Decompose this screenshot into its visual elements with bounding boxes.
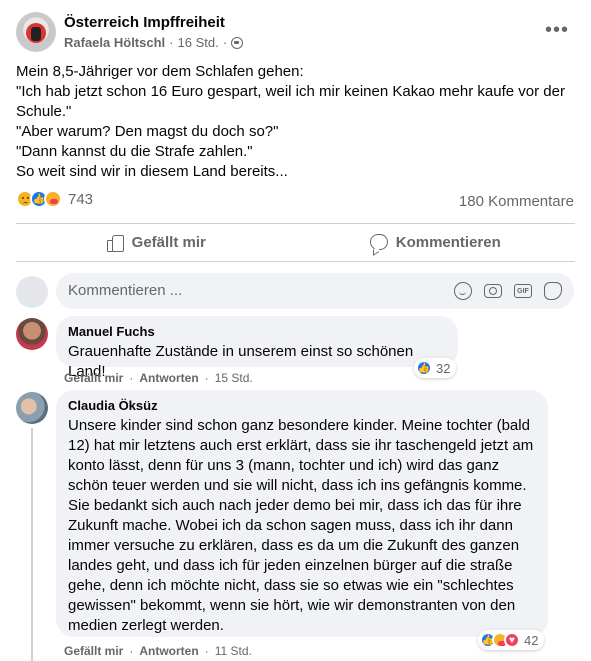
comment-actions: Gefällt mir · Antworten · 15 Std. (64, 371, 253, 385)
gif-icon[interactable]: GIF (514, 284, 532, 298)
love-reaction-icon: ♥ (504, 632, 520, 648)
current-user-avatar[interactable] (16, 276, 48, 308)
post-line: Mein 8,5-Jähriger vor dem Schlafen gehen… (16, 63, 304, 80)
comment-icon (369, 234, 388, 250)
post-meta: Rafaela Höltschl · 16 Std. · (64, 35, 244, 50)
comment-like-link[interactable]: Gefällt mir (64, 371, 123, 385)
thumbs-up-icon (106, 233, 124, 252)
comment-time-link[interactable]: 15 Std. (215, 371, 253, 385)
sticker-icon[interactable] (544, 282, 562, 300)
reaction-count[interactable]: 743 (68, 191, 93, 208)
comment-count-link[interactable]: 180 Kommentare (459, 193, 574, 210)
care-reaction-icon (44, 190, 62, 208)
divider (16, 261, 575, 262)
post-line: "Dann kannst du die Strafe zahlen." (16, 143, 253, 160)
comment-composer[interactable]: GIF (56, 273, 574, 309)
comment-reaction-count: 42 (524, 632, 539, 648)
emoji-icon[interactable] (454, 282, 472, 300)
post-time-link[interactable]: 16 Std. (178, 35, 219, 50)
post-header: Österreich Impffreiheit Rafaela Höltschl… (16, 12, 575, 56)
post-line: "Aber warum? Den magst du doch so?" (16, 123, 279, 140)
post-line: "Ich hab jetzt schon 16 Euro gespart, we… (16, 83, 570, 120)
post-body: Mein 8,5-Jähriger vor dem Schlafen gehen… (16, 62, 576, 182)
comment-reactions[interactable]: 👍 32 (414, 358, 457, 378)
comment-author-link[interactable]: Claudia Öksüz (68, 398, 536, 414)
comment-input[interactable] (68, 282, 448, 299)
meta-separator: · (169, 35, 174, 50)
group-avatar[interactable] (16, 12, 56, 52)
action-separator: · (129, 644, 134, 658)
comment-reaction-count: 32 (436, 360, 451, 376)
post-reactions[interactable]: 👍 743 (16, 190, 93, 208)
comment-like-link[interactable]: Gefällt mir (64, 644, 123, 658)
action-separator: · (129, 371, 134, 385)
action-separator: · (204, 371, 209, 385)
camera-icon[interactable] (484, 284, 502, 298)
comment-reactions[interactable]: 👍 ♥ 42 (478, 630, 545, 650)
like-reaction-icon: 👍 (416, 360, 432, 376)
meta-separator: · (222, 35, 228, 50)
comment-button[interactable]: Kommentieren (296, 224, 576, 260)
globe-icon (231, 36, 244, 49)
comment-actions: Gefällt mir · Antworten · 11 Std. (64, 644, 252, 658)
thread-line (31, 428, 33, 661)
action-separator: · (204, 644, 209, 658)
composer-tools: GIF (454, 282, 562, 300)
comment-bubble: Manuel Fuchs Grauenhafte Zustände in uns… (56, 316, 458, 380)
post-actions: Gefällt mir Kommentieren (16, 224, 575, 260)
like-button[interactable]: Gefällt mir (16, 224, 296, 260)
comment-avatar[interactable] (16, 392, 48, 424)
post-line: So weit sind wir in diesem Land bereits.… (16, 163, 288, 180)
comment-avatar[interactable] (16, 318, 48, 350)
comment-button-label: Kommentieren (395, 233, 501, 251)
like-button-label: Gefällt mir (131, 233, 206, 251)
comment-time-link[interactable]: 11 Std. (215, 644, 252, 658)
comment-text: Unsere kinder sind schon ganz besondere … (68, 417, 534, 634)
comment-reply-link[interactable]: Antworten (139, 371, 198, 385)
more-options-icon[interactable]: ••• (545, 20, 569, 40)
comment-author-link[interactable]: Manuel Fuchs (68, 324, 446, 340)
post-author-link[interactable]: Rafaela Höltschl (64, 35, 165, 50)
comment-reply-link[interactable]: Antworten (139, 644, 198, 658)
comment-bubble: Claudia Öksüz Unsere kinder sind schon g… (56, 390, 548, 637)
group-name-link[interactable]: Österreich Impffreiheit (64, 14, 225, 31)
